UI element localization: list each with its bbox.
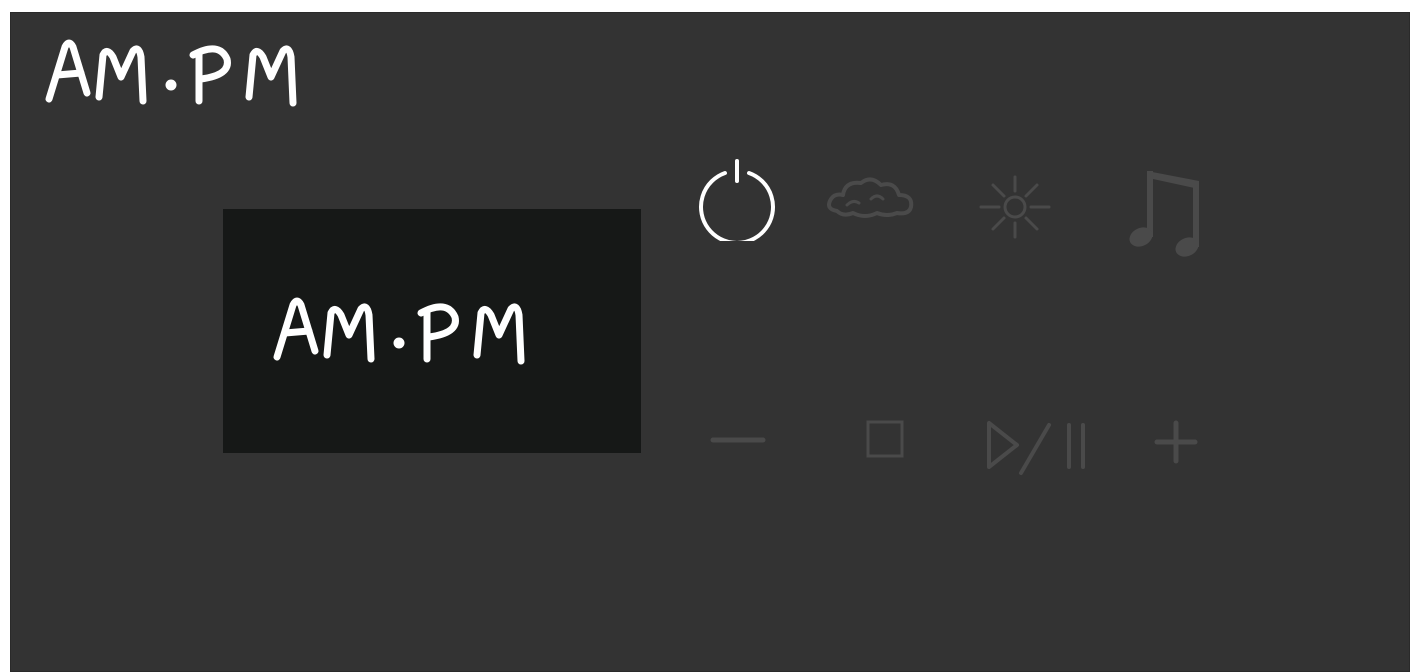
stop-button[interactable] [863,417,907,461]
plus-icon [1154,420,1198,464]
brand-logo-text: AM·PM [43,113,44,114]
decrease-button[interactable] [707,425,769,455]
minus-icon [710,437,766,443]
power-icon [699,159,775,241]
music-note-icon [1129,171,1199,257]
display-logo-graphic [273,297,525,365]
display-logo: AM·PM [271,291,571,375]
increase-button[interactable] [1151,417,1201,467]
play-pause-button[interactable] [983,417,1089,479]
display-screen: AM·PM [223,209,641,453]
cloud-icon [827,177,914,218]
weather-button[interactable] [823,173,919,221]
display-text: AM·PM [571,291,572,292]
play-pause-icon [987,421,1085,475]
music-button[interactable] [1121,163,1207,259]
sun-icon [979,175,1051,239]
stop-icon [866,420,904,458]
light-button[interactable] [975,173,1051,241]
device-panel: AM·PM AM·PM [10,12,1410,672]
brand-logo: AM·PM [43,33,343,113]
power-button[interactable] [695,155,779,241]
brand-logo-graphic [45,39,297,107]
